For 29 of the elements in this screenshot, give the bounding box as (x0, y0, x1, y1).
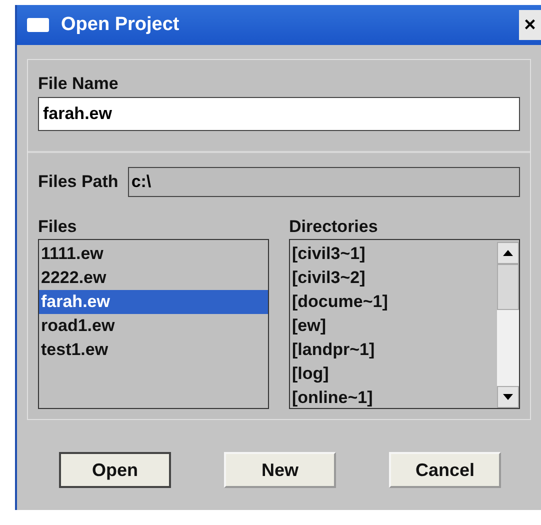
file-item[interactable]: road1.ew (39, 314, 268, 338)
files-path-field: c:\ (128, 167, 520, 197)
dialog-button[interactable]: Open (59, 452, 171, 488)
file-name-label: File Name (38, 74, 120, 94)
files-label: Files (38, 217, 78, 237)
scrollbar-thumb[interactable] (497, 264, 519, 310)
window-icon (27, 18, 49, 32)
scroll-up-button[interactable] (497, 242, 519, 264)
up-arrow-icon (503, 250, 513, 256)
file-item[interactable]: farah.ew (39, 290, 268, 314)
directory-item[interactable]: [civil3~2] (290, 266, 497, 290)
directory-item[interactable]: [civil3~1] (290, 242, 497, 266)
directory-item[interactable]: [docume~1] (290, 290, 497, 314)
file-item[interactable]: 2222.ew (39, 266, 268, 290)
directory-item[interactable]: [online~1] (290, 386, 497, 410)
directory-item[interactable]: [ew] (290, 314, 497, 338)
directories-label: Directories (289, 217, 379, 237)
file-item[interactable]: 1111.ew (39, 242, 268, 266)
window-title: Open Project (61, 14, 180, 36)
scroll-down-button[interactable] (497, 386, 519, 408)
down-arrow-icon (503, 394, 513, 400)
file-item[interactable]: test1.ew (39, 338, 268, 362)
dialog-button[interactable]: New (224, 452, 336, 488)
directory-item[interactable]: [landpr~1] (290, 338, 497, 362)
dialog-button[interactable]: Cancel (389, 452, 501, 488)
close-button[interactable]: × (519, 10, 541, 40)
files-path-label: Files Path (38, 172, 118, 192)
directory-item[interactable]: [log] (290, 362, 497, 386)
file-name-field[interactable]: farah.ew (38, 97, 520, 131)
